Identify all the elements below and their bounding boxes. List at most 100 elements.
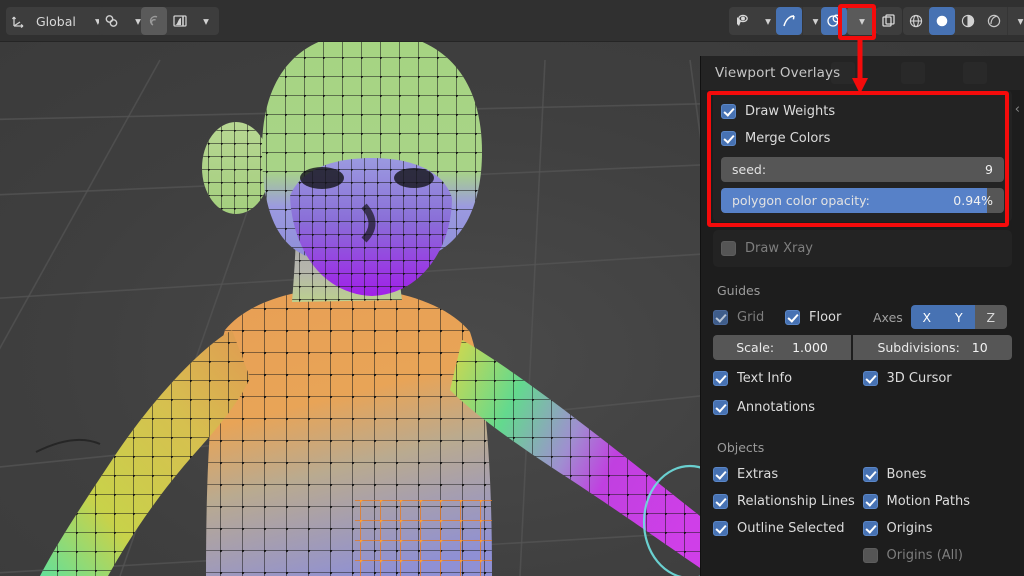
annotations-checkbox[interactable]: [713, 400, 728, 415]
floor-checkbox[interactable]: [785, 309, 800, 325]
wireframe-shading-icon[interactable]: [903, 7, 929, 35]
grid-label: Grid: [737, 309, 765, 325]
floor-row[interactable]: Floor: [785, 309, 873, 325]
guides-section-title: Guides: [717, 283, 761, 298]
transform-orientation-group[interactable]: Global ▾: [6, 7, 111, 35]
solid-shading-icon[interactable]: [929, 7, 955, 35]
outline-selected-label: Outline Selected: [737, 521, 845, 536]
draw-xray-checkbox[interactable]: [721, 241, 736, 256]
blender-viewport-screenshot: Global ▾ ▾ ▾ ▾ ▾ ▾ ▾ Viewport Overlays ‹…: [0, 0, 1024, 576]
grid-checkbox[interactable]: [713, 309, 728, 325]
relationship-lines-label: Relationship Lines: [737, 494, 855, 509]
origins-row[interactable]: Origins: [862, 521, 1013, 536]
bones-row[interactable]: Bones: [862, 467, 1013, 482]
falloff-chevron-down-icon[interactable]: ▾: [193, 7, 219, 35]
extras-bones-row: Extras Bones: [713, 461, 1012, 488]
extras-label: Extras: [737, 467, 779, 482]
text-info-row[interactable]: Text Info: [713, 371, 863, 386]
origins-all-checkbox[interactable]: [862, 548, 878, 563]
motion-paths-checkbox[interactable]: [862, 494, 878, 509]
proportional-editing-icon[interactable]: [141, 7, 167, 35]
viewport-header-bar: Global ▾ ▾ ▾ ▾ ▾ ▾ ▾: [0, 0, 1024, 42]
merge-colors-checkbox[interactable]: [721, 131, 736, 146]
gizmo-arrow-icon[interactable]: [776, 7, 802, 35]
scale-field[interactable]: Scale: 1.000: [713, 335, 852, 360]
outline-origins-row: Outline Selected Origins: [713, 515, 1012, 542]
relationship-lines-checkbox[interactable]: [713, 494, 728, 509]
merge-colors-label: Merge Colors: [745, 131, 831, 146]
xray-toggle-icon[interactable]: [876, 7, 902, 35]
origins-checkbox[interactable]: [862, 521, 878, 536]
polygon-color-opacity-value: 0.94%: [953, 193, 993, 208]
shading-chevron-down-icon[interactable]: ▾: [1007, 7, 1024, 35]
origins-all-row[interactable]: Origins (All): [862, 548, 1013, 563]
3d-cursor-label: 3D Cursor: [886, 371, 952, 386]
relationship-lines-row[interactable]: Relationship Lines: [713, 494, 863, 509]
axes-toggle-group[interactable]: X Y Z: [910, 305, 1007, 329]
axes-label: Axes: [873, 309, 903, 325]
guides-toggles-row: Grid Floor Axes X Y Z: [713, 304, 1012, 330]
motion-paths-label: Motion Paths: [886, 494, 971, 509]
origins-label: Origins: [886, 521, 933, 536]
text-info-label: Text Info: [737, 371, 793, 386]
shading-mode-group[interactable]: ▾: [903, 7, 1024, 35]
bones-label: Bones: [886, 467, 927, 482]
scale-label: Scale:: [736, 340, 775, 355]
3d-cursor-checkbox[interactable]: [862, 371, 878, 386]
draw-xray-row[interactable]: Draw Xray: [721, 235, 1004, 262]
text-info-checkbox[interactable]: [713, 371, 728, 386]
falloff-curve-icon[interactable]: [167, 7, 193, 35]
draw-weights-label: Draw Weights: [745, 104, 836, 119]
overlays-group[interactable]: ▾: [821, 7, 877, 35]
outline-selected-checkbox[interactable]: [713, 521, 728, 536]
annotations-row-wrap: Annotations: [713, 393, 1012, 422]
seed-value: 9: [985, 162, 993, 177]
viewport-overlays-panel[interactable]: Viewport Overlays ‹ Draw Weights Merge C…: [700, 56, 1024, 576]
draw-weights-row[interactable]: Draw Weights: [721, 98, 1004, 125]
grid-numeric-row: Scale: 1.000 Subdivisions: 10: [713, 335, 1012, 360]
seed-field[interactable]: seed: 9: [721, 157, 1004, 182]
axis-z-button[interactable]: Z: [974, 305, 1007, 329]
origins-all-row-wrap: Origins (All): [713, 542, 1012, 569]
proportional-edit-group[interactable]: ▾: [141, 7, 219, 35]
axis-y-button[interactable]: Y: [942, 305, 975, 329]
objects-section-title: Objects: [717, 440, 765, 455]
axis-x-button[interactable]: X: [910, 305, 943, 329]
panel-collapse-icon[interactable]: ‹: [1015, 102, 1020, 117]
overlays-chevron-down-icon[interactable]: ▾: [847, 7, 877, 35]
3d-cursor-row[interactable]: 3D Cursor: [862, 371, 1013, 386]
origins-all-label: Origins (All): [886, 548, 963, 563]
extras-row[interactable]: Extras: [713, 467, 863, 482]
draw-xray-label: Draw Xray: [745, 241, 813, 256]
merge-colors-row[interactable]: Merge Colors: [721, 125, 1004, 152]
material-preview-shading-icon[interactable]: [955, 7, 981, 35]
seed-label: seed:: [732, 162, 767, 177]
polygon-color-opacity-label: polygon color opacity:: [732, 193, 870, 208]
floor-label: Floor: [809, 309, 842, 325]
overlays-sphere-icon[interactable]: [821, 7, 847, 35]
object-visibility-group[interactable]: ▾: [729, 7, 781, 35]
subdivisions-value: 10: [971, 340, 988, 355]
rendered-shading-icon[interactable]: [981, 7, 1007, 35]
motion-paths-row[interactable]: Motion Paths: [862, 494, 1013, 509]
scale-value: 1.000: [792, 340, 828, 355]
orientation-label: Global: [36, 13, 76, 29]
subdivisions-field[interactable]: Subdivisions: 10: [853, 335, 1012, 360]
outline-selected-row[interactable]: Outline Selected: [713, 521, 863, 536]
weights-block: Draw Weights Merge Colors seed: 9 polygo…: [713, 90, 1012, 222]
relationship-motion-row: Relationship Lines Motion Paths: [713, 488, 1012, 515]
draw-weights-checkbox[interactable]: [721, 104, 736, 119]
grid-row[interactable]: Grid: [713, 309, 785, 325]
xray-block: Draw Xray: [713, 230, 1012, 267]
bones-checkbox[interactable]: [862, 467, 878, 482]
eye-visibility-icon[interactable]: [729, 7, 755, 35]
textinfo-cursor-row: Text Info 3D Cursor: [713, 364, 1012, 393]
orientation-axes-icon[interactable]: [6, 7, 32, 35]
panel-title: Viewport Overlays: [715, 65, 841, 81]
polygon-color-opacity-slider[interactable]: polygon color opacity: 0.94%: [721, 188, 1004, 213]
xray-group[interactable]: [876, 7, 902, 35]
extras-checkbox[interactable]: [713, 467, 728, 482]
snap-magnet-icon[interactable]: [99, 7, 125, 35]
annotations-label: Annotations: [737, 400, 816, 415]
annotations-row[interactable]: Annotations: [713, 400, 863, 415]
